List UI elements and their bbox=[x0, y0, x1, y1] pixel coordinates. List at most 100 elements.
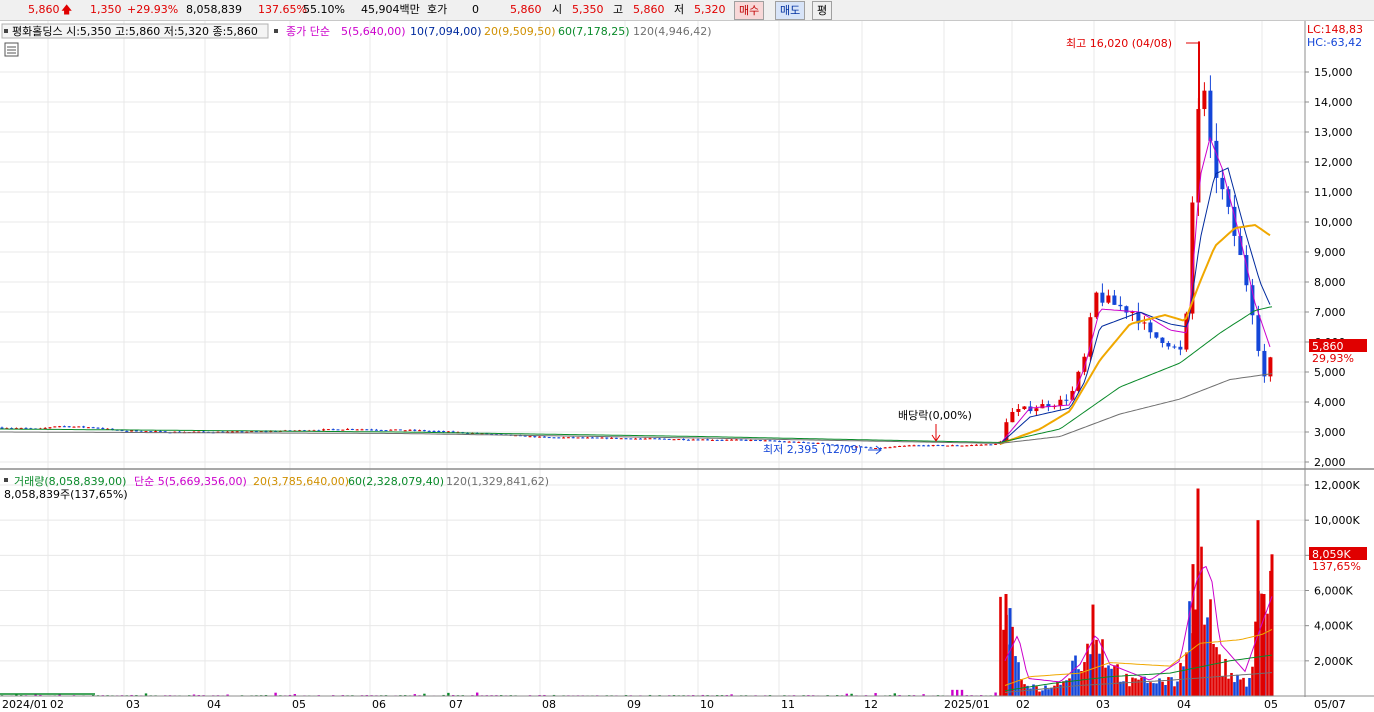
candle-body bbox=[907, 445, 911, 447]
vol-bullet-icon bbox=[4, 478, 8, 482]
price-tick-label: 5,000 bbox=[1314, 366, 1346, 379]
candle-body bbox=[1160, 337, 1165, 344]
candle-body bbox=[590, 437, 594, 439]
volume-bar bbox=[956, 689, 959, 696]
candle-body bbox=[773, 440, 777, 442]
volume-bar bbox=[1191, 564, 1195, 696]
candle-body bbox=[336, 429, 340, 431]
volume-bar bbox=[1155, 683, 1158, 696]
candle-body bbox=[1082, 356, 1087, 372]
candle-body bbox=[734, 439, 738, 441]
price-tick-label: 11,000 bbox=[1314, 186, 1353, 199]
candle-body bbox=[125, 430, 129, 432]
volume-ratio: 137.65% bbox=[258, 3, 307, 16]
candle-body bbox=[1118, 304, 1123, 307]
candle-body bbox=[768, 440, 772, 442]
volume-bar bbox=[1262, 594, 1266, 696]
candle-body bbox=[1154, 332, 1159, 338]
up-arrow-icon: 🡅 bbox=[61, 3, 73, 16]
price-tick-label: 13,000 bbox=[1314, 126, 1353, 139]
candle-body bbox=[979, 444, 983, 446]
candle-body bbox=[394, 429, 398, 431]
candle-body bbox=[389, 429, 393, 431]
candle-body bbox=[619, 438, 623, 440]
volume-bar bbox=[960, 689, 964, 696]
candle-body bbox=[542, 436, 546, 438]
candle-body bbox=[1208, 90, 1213, 141]
open-price: 5,350 bbox=[572, 3, 604, 16]
candle-body bbox=[96, 427, 100, 429]
volume-bar bbox=[1091, 604, 1095, 696]
candle-body bbox=[1166, 343, 1171, 347]
candle-body bbox=[86, 427, 90, 429]
volume-bar bbox=[1152, 683, 1155, 696]
candle-body bbox=[346, 428, 350, 430]
candle-body bbox=[1034, 408, 1039, 412]
volume-tick-label: 6,000K bbox=[1314, 585, 1353, 598]
average-button[interactable]: 평 bbox=[812, 1, 833, 20]
volume-bar bbox=[1116, 664, 1119, 696]
volume-bar bbox=[1062, 681, 1065, 696]
volume-bar bbox=[1011, 626, 1014, 696]
candle-body bbox=[749, 439, 753, 441]
candle-body bbox=[557, 437, 561, 439]
candle-body bbox=[710, 439, 714, 441]
candle-body bbox=[149, 431, 153, 433]
volume-bar bbox=[1038, 691, 1041, 696]
candle-body bbox=[355, 429, 359, 431]
candle-body bbox=[58, 426, 62, 428]
volume-tick-label: 10,000K bbox=[1314, 514, 1360, 527]
candle-body bbox=[610, 437, 614, 439]
volume-bar bbox=[1242, 677, 1245, 696]
volume-bar bbox=[1041, 690, 1044, 696]
volume-bar bbox=[1050, 687, 1053, 696]
vol-ma5-label: 단순 5(5,669,356,00) bbox=[134, 475, 247, 488]
candle-body bbox=[1094, 292, 1099, 318]
volume-bar bbox=[1206, 617, 1209, 696]
stock-chart[interactable]: 2,0003,0004,0005,0006,0007,0008,0009,000… bbox=[0, 21, 1374, 712]
volume-bar bbox=[1059, 684, 1062, 696]
volume-bar bbox=[1236, 674, 1239, 696]
volume-bar bbox=[994, 692, 997, 696]
buy-button[interactable]: 매수 bbox=[734, 1, 765, 20]
candle-body bbox=[706, 439, 710, 441]
price-tick-label: 14,000 bbox=[1314, 96, 1353, 109]
candle-body bbox=[1022, 406, 1027, 410]
volume-bar bbox=[1056, 681, 1059, 696]
open-label: 시 bbox=[552, 3, 563, 16]
candle-body bbox=[994, 443, 998, 445]
sell-button[interactable]: 매도 bbox=[775, 1, 806, 20]
candle-body bbox=[43, 427, 47, 429]
candle-body bbox=[408, 429, 412, 431]
candle-body bbox=[946, 445, 950, 447]
volume-bar bbox=[1125, 673, 1128, 696]
time-tick-label: 06 bbox=[372, 698, 386, 711]
candle-body bbox=[552, 437, 556, 439]
volume-bar bbox=[1212, 643, 1215, 696]
high-label: 고 bbox=[613, 3, 624, 16]
volume-bar bbox=[1002, 629, 1005, 696]
time-tick-label: 11 bbox=[781, 698, 795, 711]
candle-body bbox=[62, 426, 66, 428]
volume-bar bbox=[951, 689, 954, 696]
volume-bar bbox=[1004, 594, 1008, 696]
candle-body bbox=[955, 445, 959, 447]
candle-body bbox=[581, 437, 585, 439]
candle-body bbox=[600, 437, 604, 439]
candle-body bbox=[341, 429, 345, 431]
candle-body bbox=[379, 429, 383, 431]
price-tick-label: 15,000 bbox=[1314, 66, 1353, 79]
volume-bar bbox=[1143, 676, 1146, 696]
price-tick-label: 10,000 bbox=[1314, 216, 1353, 229]
volume-bar bbox=[1074, 655, 1077, 696]
candle-body bbox=[974, 444, 978, 446]
time-tick-label: 08 bbox=[542, 698, 556, 711]
candle-body bbox=[989, 444, 993, 446]
candle-body bbox=[1124, 306, 1129, 313]
candle-body bbox=[427, 430, 431, 432]
candle-body bbox=[638, 438, 642, 440]
stock-info: 평화홀딩스 시:5,350 고:5,860 저:5,320 종:5,860 bbox=[12, 25, 258, 38]
candle-body bbox=[1142, 322, 1147, 324]
time-tick-label: 05/07 bbox=[1314, 698, 1346, 711]
candle-body bbox=[331, 429, 335, 431]
